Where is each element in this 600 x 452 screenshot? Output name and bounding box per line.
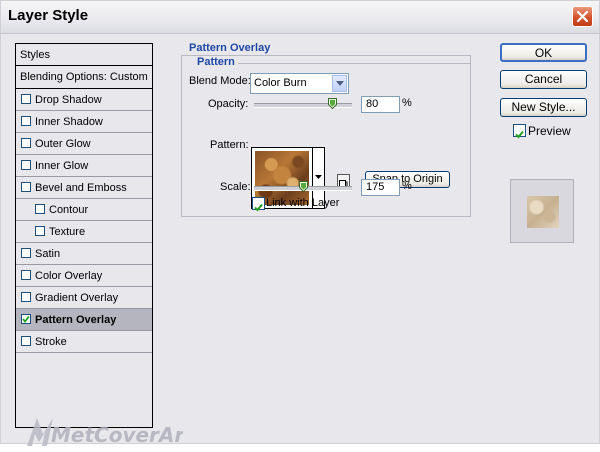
style-item-bevel-and-emboss[interactable]: Bevel and Emboss [16,177,152,199]
opacity-label: Opacity: [208,98,249,110]
watermark-text: MetCoverArt [51,423,183,447]
style-item-checkbox[interactable] [21,138,31,148]
style-item-contour[interactable]: Contour [16,199,152,221]
check-icon [254,203,263,212]
scale-input[interactable]: 175 [361,179,400,196]
style-preview [510,179,574,243]
chevron-down-icon [336,81,344,86]
cancel-label: Cancel [524,72,563,86]
style-item-gradient-overlay[interactable]: Gradient Overlay [16,287,152,309]
style-item-checkbox[interactable] [21,292,31,302]
preview-label: Preview [528,124,571,138]
scale-slider-thumb[interactable] [299,181,308,192]
styles-header[interactable]: Styles [16,44,152,66]
pattern-label: Pattern: [210,139,249,151]
pattern-subgroup-title: Pattern [194,56,238,68]
pattern-subgroup-line [197,63,471,64]
close-icon [577,11,588,22]
style-item-checkbox[interactable] [21,116,31,126]
style-item-label: Stroke [35,336,67,348]
dialog-body: Styles Blending Options: Custom Drop Sha… [1,34,599,447]
style-item-label: Contour [49,204,89,216]
style-item-checkbox[interactable] [35,226,45,236]
styles-header-label: Styles [20,49,50,61]
style-item-checkbox[interactable] [35,204,45,214]
style-item-inner-glow[interactable]: Inner Glow [16,155,152,177]
preview-swatch [527,196,559,228]
ok-button[interactable]: OK [500,43,587,62]
opacity-unit: % [402,97,412,109]
style-item-checkbox[interactable] [21,314,31,324]
opacity-slider-thumb[interactable] [328,98,338,109]
ok-label: OK [534,46,553,60]
scale-value: 175 [366,181,385,193]
watermark-logo: MetCoverArt [27,418,183,447]
style-item-inner-shadow[interactable]: Inner Shadow [16,111,152,133]
blend-mode-label: Blend Mode: [189,75,251,87]
style-item-checkbox[interactable] [21,336,31,346]
style-item-checkbox[interactable] [21,160,31,170]
cancel-button[interactable]: Cancel [500,70,587,89]
chevron-down-icon [315,175,322,179]
new-style-button[interactable]: New Style... [500,98,587,117]
close-button[interactable] [572,6,593,27]
link-with-layer-label: Link with Layer [266,197,340,209]
style-item-checkbox[interactable] [21,182,31,192]
style-item-stroke[interactable]: Stroke [16,331,152,353]
scale-label: Scale: [220,181,251,193]
new-style-label: New Style... [511,100,576,114]
style-item-drop-shadow[interactable]: Drop Shadow [16,89,152,111]
blend-mode-value: Color Burn [254,77,307,89]
check-icon [22,315,30,323]
style-item-label: Inner Shadow [35,116,103,128]
style-item-label: Texture [49,226,86,238]
style-item-label: Bevel and Emboss [35,182,127,194]
scale-unit: % [402,180,412,192]
style-item-color-overlay[interactable]: Color Overlay [16,265,152,287]
style-item-outer-glow[interactable]: Outer Glow [16,133,152,155]
style-item-checkbox[interactable] [21,270,31,280]
style-item-label: Pattern Overlay [35,314,117,326]
opacity-value: 80 [366,98,379,110]
style-item-checkbox[interactable] [21,94,31,104]
style-item-checkbox[interactable] [21,248,31,258]
style-item-satin[interactable]: Satin [16,243,152,265]
style-item-label: Satin [35,248,61,260]
window-title: Layer Style [8,7,89,24]
style-item-label: Gradient Overlay [35,292,119,304]
preview-checkbox[interactable] [513,124,526,139]
blending-options-item[interactable]: Blending Options: Custom [16,66,152,89]
blend-mode-dropdown-button[interactable] [332,75,347,92]
style-item-label: Drop Shadow [35,94,102,106]
style-item-texture[interactable]: Texture [16,221,152,243]
style-item-label: Color Overlay [35,270,103,282]
link-with-layer-checkbox[interactable] [252,197,265,212]
style-item-pattern-overlay[interactable]: Pattern Overlay [16,309,152,331]
opacity-input[interactable]: 80 [361,96,400,113]
style-item-label: Inner Glow [35,160,89,172]
styles-list: Styles Blending Options: Custom Drop Sha… [15,43,153,428]
blend-mode-select[interactable]: Color Burn [250,73,349,94]
title-bar[interactable]: Layer Style [1,1,599,34]
pattern-overlay-title: Pattern Overlay [186,42,274,54]
layer-style-dialog: Layer Style Styles Blending Options: Cus… [0,0,600,447]
style-item-label: Outer Glow [35,138,91,150]
blending-options-label: Blending Options: Custom [20,71,148,83]
check-icon [515,130,524,139]
